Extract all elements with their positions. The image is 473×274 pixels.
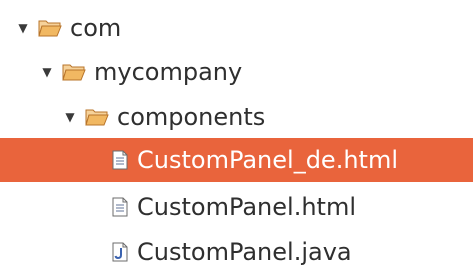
folder-open-icon <box>62 62 86 82</box>
expand-triangle-icon[interactable]: ▼ <box>16 21 30 35</box>
html-file-icon <box>111 150 129 170</box>
tree-item-custompanel-de-html[interactable]: CustomPanel_de.html <box>0 138 473 182</box>
expand-triangle-icon[interactable]: ▼ <box>63 110 77 124</box>
tree-item-label: com <box>70 14 122 42</box>
tree-item-label: CustomPanel.html <box>137 193 356 221</box>
project-tree: ▼ com ▼ mycompany ▼ components CustomPan… <box>0 0 473 268</box>
tree-item-mycompany[interactable]: ▼ mycompany <box>0 50 473 94</box>
tree-item-components[interactable]: ▼ components <box>0 95 473 139</box>
folder-open-icon <box>85 107 109 127</box>
tree-item-com[interactable]: ▼ com <box>0 6 473 50</box>
expand-triangle-icon[interactable]: ▼ <box>40 65 54 79</box>
folder-open-icon <box>38 18 62 38</box>
tree-item-label: CustomPanel_de.html <box>137 146 398 174</box>
tree-item-label: mycompany <box>94 58 243 86</box>
tree-item-label: CustomPanel.java <box>137 238 352 266</box>
tree-item-label: components <box>117 103 266 131</box>
tree-item-custompanel-html[interactable]: CustomPanel.html <box>0 185 473 229</box>
tree-item-custompanel-java[interactable]: CustomPanel.java <box>0 230 473 274</box>
html-file-icon <box>111 197 129 217</box>
java-file-icon <box>111 242 129 262</box>
